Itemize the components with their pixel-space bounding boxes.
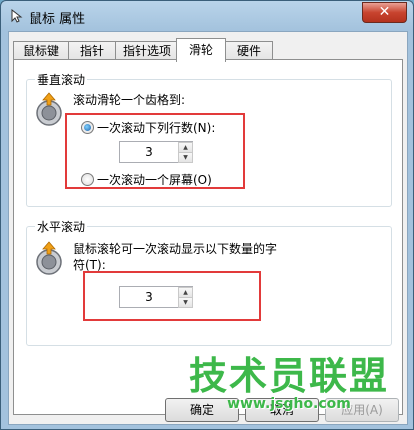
tab-pointer-options[interactable]: 指针选项	[115, 41, 179, 61]
vertical-scroll-prompt: 滚动滑轮一个齿格到:	[73, 93, 186, 107]
watermark: 技术员联盟 www.jsgho.com	[189, 354, 399, 412]
vertical-wheel-icon	[36, 92, 62, 126]
vertical-scroll-title: 垂直滚动	[35, 71, 88, 88]
watermark-url: www.jsgho.com	[227, 396, 351, 412]
vertical-scroll-group: 垂直滚动 滚动滑轮一个齿格到: 一次滚动下列行数(N): 3 ▲ ▼ 一次滚动一…	[26, 71, 392, 207]
tab-hardware[interactable]: 硬件	[225, 41, 273, 61]
close-icon: ✕	[378, 4, 391, 20]
watermark-title: 技术员联盟	[189, 354, 390, 398]
horizontal-scroll-prompt-line1: 鼠标滚轮可一次滚动显示以下数量的字	[73, 242, 278, 256]
horizontal-scroll-title: 水平滚动	[35, 218, 88, 235]
tab-buttons[interactable]: 鼠标键	[13, 41, 69, 61]
close-button[interactable]: ✕	[362, 2, 407, 23]
tab-pointers[interactable]: 指针	[68, 41, 116, 61]
mouse-properties-window: 鼠标 属性 ✕ 鼠标键 指针 指针选项 滑轮 硬件 垂直滚动 滚动滑轮一个齿格到…	[0, 0, 414, 430]
highlight-box-vertical	[65, 113, 245, 189]
horizontal-scroll-group: 水平滚动 鼠标滚轮可一次滚动显示以下数量的字 符(T): 3 ▲ ▼	[26, 218, 392, 346]
title-bar[interactable]: 鼠标 属性 ✕	[1, 1, 413, 31]
window-title: 鼠标 属性	[29, 12, 86, 27]
mouse-pointer-icon	[11, 9, 23, 23]
horizontal-wheel-icon	[36, 241, 62, 275]
highlight-box-horizontal	[83, 271, 261, 321]
tab-wheel[interactable]: 滑轮	[176, 38, 226, 62]
